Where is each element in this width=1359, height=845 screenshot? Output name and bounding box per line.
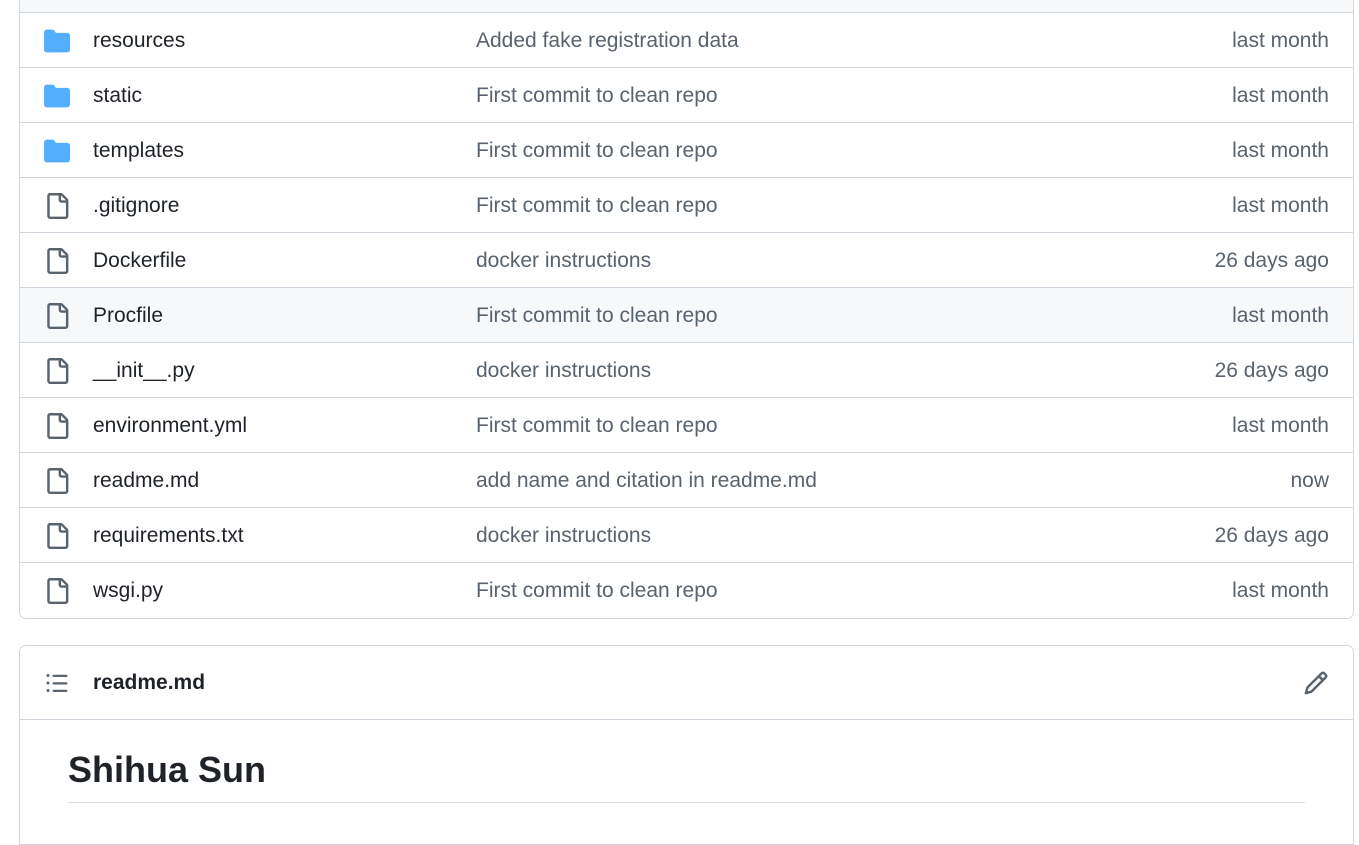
file-name-link[interactable]: readme.md [93,469,199,493]
commit-message-link[interactable]: First commit to clean repo [476,84,718,108]
file-name-link[interactable]: resources [93,29,185,53]
file-icon [44,413,72,439]
pencil-icon[interactable] [1303,670,1329,696]
commit-message-link[interactable]: First commit to clean repo [476,414,718,438]
commit-age: 26 days ago [1214,249,1329,272]
file-name-link[interactable]: environment.yml [93,414,247,438]
readme-heading: Shihua Sun [68,720,1305,803]
file-row[interactable]: readme.md add name and citation in readme… [20,453,1353,508]
commit-message-link[interactable]: First commit to clean repo [476,304,718,328]
commit-age: last month [1232,194,1329,217]
file-icon [44,303,72,329]
file-row[interactable]: .gitignore First commit to clean repo last… [20,178,1353,233]
commit-age: last month [1232,414,1329,437]
file-row[interactable]: requirements.txt docker instructions 26 da… [20,508,1353,563]
readme-panel: readme.md Shihua Sun [19,645,1354,845]
file-row[interactable]: wsgi.py First commit to clean repo last mo… [20,563,1353,618]
file-row[interactable]: Dockerfile docker instructions 26 days ago [20,233,1353,288]
file-name-link[interactable]: requirements.txt [93,524,244,548]
commit-age: last month [1232,139,1329,162]
file-name-link[interactable]: __init__.py [93,359,195,383]
file-name-link[interactable]: Dockerfile [93,249,186,273]
commit-age: 26 days ago [1214,359,1329,382]
file-icon [44,358,72,384]
file-name-link[interactable]: .gitignore [93,194,179,218]
commit-message-link[interactable]: docker instructions [476,359,651,383]
list-unordered-icon[interactable] [45,671,69,695]
folder-icon [44,138,72,164]
folder-icon [44,83,72,109]
commit-message-link[interactable]: First commit to clean repo [476,194,718,218]
file-row[interactable]: templates First commit to clean repo last … [20,123,1353,178]
commit-message-link[interactable]: First commit to clean repo [476,579,718,603]
commit-age: last month [1232,29,1329,52]
file-name-link[interactable]: templates [93,139,184,163]
commit-age: now [1290,469,1329,492]
file-row[interactable]: __init__.py docker instructions 26 days ag… [20,343,1353,398]
commit-message-link[interactable]: docker instructions [476,249,651,273]
commit-age: last month [1232,304,1329,327]
file-icon [44,578,72,604]
file-name-link[interactable]: wsgi.py [93,579,163,603]
file-icon [44,523,72,549]
readme-content: Shihua Sun [20,720,1353,803]
file-row[interactable]: static First commit to clean repo last mon… [20,68,1353,123]
folder-icon [44,28,72,54]
file-icon [44,248,72,274]
commit-age: 26 days ago [1214,524,1329,547]
readme-header: readme.md [20,646,1353,720]
file-row[interactable]: resources Added fake registration data las… [20,13,1353,68]
commit-message-link[interactable]: docker instructions [476,524,651,548]
file-row[interactable]: environment.yml First commit to clean rep… [20,398,1353,453]
file-icon [44,468,72,494]
commit-age: last month [1232,579,1329,602]
commit-message-link[interactable]: add name and citation in readme.md [476,469,817,493]
commit-message-link[interactable]: First commit to clean repo [476,139,718,163]
readme-filename[interactable]: readme.md [93,671,205,695]
file-name-link[interactable]: Procfile [93,304,163,328]
file-name-link[interactable]: static [93,84,142,108]
file-list: resources Added fake registration data las… [19,0,1354,619]
file-row[interactable]: Procfile First commit to clean repo last m… [20,288,1353,343]
file-list-header [20,0,1353,13]
commit-message-link[interactable]: Added fake registration data [476,29,739,53]
file-rows: resources Added fake registration data las… [20,13,1353,618]
commit-age: last month [1232,84,1329,107]
file-icon [44,193,72,219]
